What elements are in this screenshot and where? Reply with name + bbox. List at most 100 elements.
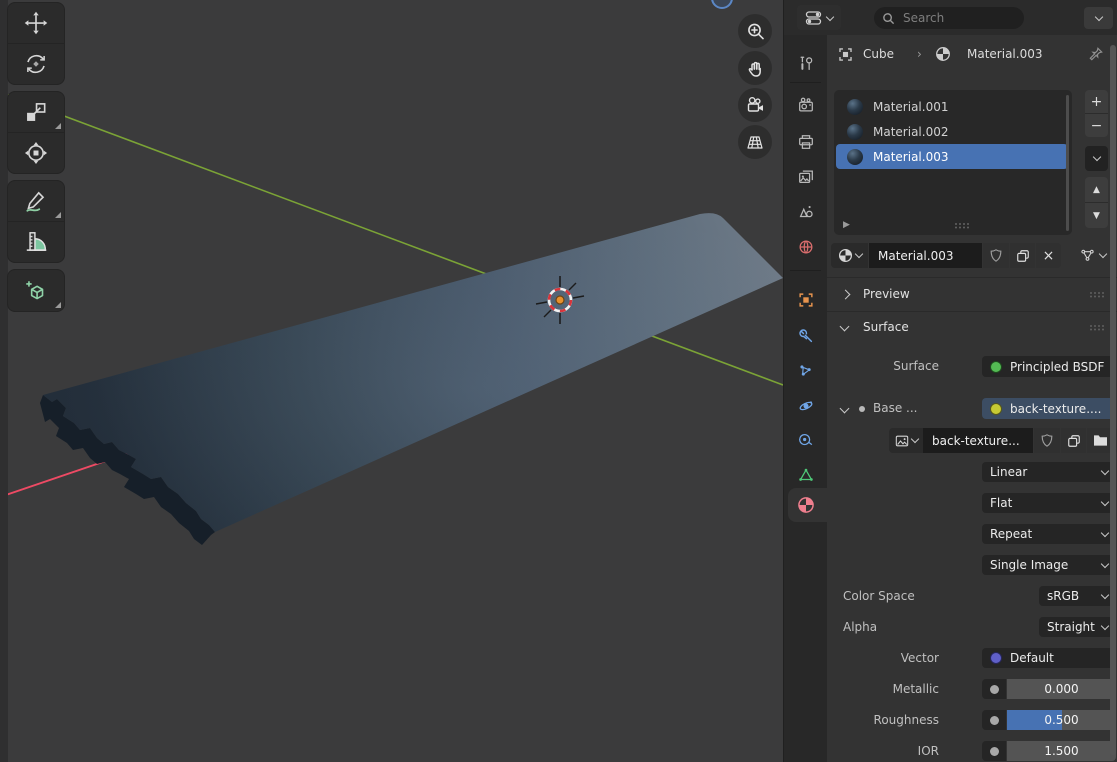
material-slot-list[interactable]: Material.001 Material.002 Material.003 ▶ <box>834 90 1072 235</box>
tab-tool[interactable] <box>787 49 824 79</box>
fake-user-button[interactable] <box>983 243 1009 268</box>
list-scrollbar[interactable] <box>1066 95 1069 231</box>
wrench-icon <box>797 327 815 345</box>
preview-panel-header[interactable]: Preview <box>827 278 1117 311</box>
remove-slot-button[interactable]: − <box>1085 114 1108 137</box>
panel-scrollbar[interactable] <box>1110 45 1116 755</box>
particles-icon <box>797 362 815 380</box>
image-fake-user-button[interactable] <box>1034 428 1060 453</box>
color-space-dropdown[interactable]: sRGB <box>1039 586 1116 606</box>
new-image-button[interactable] <box>1061 428 1086 453</box>
panel-drag-grip[interactable] <box>1089 291 1105 298</box>
tab-world[interactable] <box>787 232 824 262</box>
tab-output[interactable] <box>787 127 824 157</box>
breadcrumb-object[interactable]: Cube <box>863 47 894 61</box>
tool-icon <box>797 55 815 73</box>
material-sphere-icon <box>838 248 853 263</box>
browse-image-button[interactable] <box>889 428 923 453</box>
view-layer-icon <box>797 168 815 186</box>
projection-value: Flat <box>990 496 1012 510</box>
alpha-label: Alpha <box>843 620 877 634</box>
search-box[interactable] <box>874 7 1024 29</box>
orthographic-toggle-button[interactable] <box>738 125 772 159</box>
source-dropdown[interactable]: Single Image <box>982 555 1116 575</box>
roughness-socket-button[interactable] <box>982 710 1006 730</box>
chevron-down-icon[interactable] <box>840 404 850 414</box>
constraint-icon <box>797 431 815 449</box>
annotate-tool-button[interactable] <box>8 181 64 221</box>
unlink-material-button[interactable]: × <box>1036 243 1061 268</box>
nav-gizmo[interactable] <box>712 0 732 8</box>
shield-icon <box>989 248 1003 263</box>
material-slot-row[interactable]: Material.002 <box>836 119 1068 144</box>
scene-icon <box>797 203 815 221</box>
interpolation-dropdown[interactable]: Linear <box>982 462 1116 482</box>
scene-canvas[interactable] <box>0 0 783 762</box>
base-color-texture-button[interactable]: back-texture.... <box>982 398 1116 419</box>
chevron-down-icon <box>1101 621 1109 629</box>
mesh-data-icon <box>797 466 815 484</box>
tab-constraints[interactable] <box>787 425 824 455</box>
tab-view-layer[interactable] <box>787 162 824 192</box>
transform-tool-button[interactable] <box>8 132 64 173</box>
metallic-socket-button[interactable] <box>982 679 1006 699</box>
surface-panel-header[interactable]: Surface <box>827 312 1117 343</box>
new-material-button[interactable] <box>1010 243 1035 268</box>
surface-shader-button[interactable]: Principled BSDF <box>982 356 1116 377</box>
3d-viewport[interactable] <box>0 0 783 762</box>
filter-dropdown-button[interactable] <box>1084 7 1113 29</box>
move-slot-down-button[interactable]: ▼ <box>1085 203 1108 228</box>
browse-material-button[interactable] <box>831 243 868 268</box>
panel-drag-grip[interactable] <box>1089 324 1105 331</box>
metallic-slider[interactable]: 0.000 <box>1007 679 1116 699</box>
ior-socket-button[interactable] <box>982 741 1006 761</box>
roughness-slider[interactable]: 0.500 <box>1007 710 1116 730</box>
vector-button[interactable]: Default <box>982 648 1116 668</box>
render-icon <box>797 96 815 114</box>
breadcrumb-target[interactable]: Material.003 <box>967 47 1042 61</box>
pin-icon[interactable] <box>1089 46 1104 61</box>
image-name-field[interactable]: back-texture... <box>923 428 1033 453</box>
extension-dropdown[interactable]: Repeat <box>982 524 1116 544</box>
tab-physics[interactable] <box>787 391 824 421</box>
rotate-tool-button[interactable] <box>8 43 64 84</box>
ior-slider[interactable]: 1.500 <box>1007 741 1116 761</box>
add-slot-button[interactable]: + <box>1085 90 1108 114</box>
tab-render[interactable] <box>787 90 824 120</box>
move-slot-up-button[interactable]: ▲ <box>1085 177 1108 203</box>
camera-view-button[interactable] <box>738 88 772 122</box>
pan-button[interactable] <box>738 51 772 85</box>
material-name-field[interactable]: Material.003 <box>869 243 982 268</box>
measure-icon <box>23 229 49 255</box>
projection-dropdown[interactable]: Flat <box>982 493 1116 513</box>
material-datablock-row: Material.003 × <box>827 243 1117 268</box>
add-cube-tool-button[interactable] <box>8 270 64 311</box>
material-slot-label: Material.003 <box>873 150 948 164</box>
submenu-indicator <box>55 212 61 218</box>
slot-specials-button[interactable] <box>1085 146 1108 171</box>
material-link-dropdown[interactable] <box>1070 243 1114 268</box>
material-slot-row[interactable]: Material.001 <box>836 94 1068 119</box>
list-resize-grip[interactable] <box>954 222 1059 229</box>
tab-material[interactable] <box>787 490 824 520</box>
search-input[interactable] <box>901 10 1005 26</box>
chevron-down-icon <box>1101 466 1109 474</box>
roughness-row: Roughness 0.500 <box>827 710 1117 730</box>
tab-object[interactable] <box>787 285 824 315</box>
scale-tool-button[interactable] <box>8 92 64 132</box>
editor-type-button[interactable] <box>797 5 841 30</box>
tab-particles[interactable] <box>787 356 824 386</box>
material-slot-row-selected[interactable]: Material.003 <box>836 144 1068 169</box>
annotate-icon <box>23 188 49 214</box>
tab-object-data[interactable] <box>787 460 824 490</box>
move-tool-button[interactable] <box>8 3 64 43</box>
list-filter-expand-icon[interactable]: ▶ <box>843 220 850 230</box>
physics-icon <box>797 397 815 415</box>
search-icon <box>882 12 895 25</box>
tab-modifiers[interactable] <box>787 321 824 351</box>
zoom-button[interactable] <box>738 14 772 48</box>
alpha-dropdown[interactable]: Straight <box>1039 617 1116 637</box>
metallic-label: Metallic <box>827 679 939 699</box>
tab-scene[interactable] <box>787 197 824 227</box>
measure-tool-button[interactable] <box>8 221 64 262</box>
